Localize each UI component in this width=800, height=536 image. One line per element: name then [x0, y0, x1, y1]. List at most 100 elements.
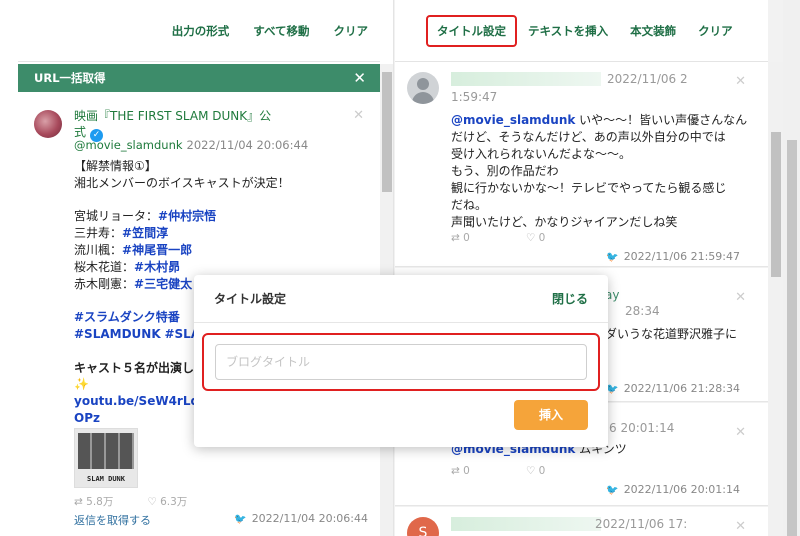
close-dialog-button[interactable]: 閉じる: [552, 290, 588, 307]
scroll-thumb[interactable]: [382, 72, 392, 192]
heart-icon: ♡: [525, 232, 539, 244]
tweet-time: 🐦 2022/11/04 20:06:44: [234, 512, 368, 525]
text-span: 観に行かないかな〜！テレビでやってたら観る感じ: [451, 181, 727, 195]
blog-title-input[interactable]: [215, 344, 587, 380]
reply-stats: ⇄ 0 ♡ 0: [451, 232, 546, 244]
text-span: 赤木剛憲：: [74, 276, 135, 291]
text-line: 三井寿：#笠間淳: [74, 225, 374, 242]
reply-timestamp: 2022/11/06 2: [607, 72, 688, 86]
title-setting-button[interactable]: タイトル設定: [426, 14, 517, 47]
left-toolbar: 出力の形式 すべて移動 クリア: [18, 0, 380, 62]
reply-timestamp: 28:34: [625, 304, 660, 318]
text-line: だね。: [451, 197, 751, 214]
tweet-image[interactable]: SLAM DUNK: [74, 428, 138, 488]
retweet-icon: ⇄: [451, 232, 464, 244]
text-span: 声聞いたけど、かなりジャイアンだしね笑: [451, 215, 678, 229]
url-panel-title: URL一括取得: [34, 71, 106, 85]
tweet-stats: ⇄ 5.8万 ♡ 6.3万: [74, 494, 187, 509]
text-line: 観に行かないかな〜！テレビでやってたら観る感じ: [451, 180, 751, 197]
heart-icon: ♡: [525, 465, 539, 477]
hashtag-link[interactable]: #木村昴: [134, 260, 180, 274]
url-fetch-pane: 出力の形式 すべて移動 クリア URL一括取得 ✕ ✕ 映画『THE FIRST…: [0, 0, 394, 536]
hashtag-link[interactable]: #スラムダンク特番: [74, 310, 180, 324]
hashtag-link[interactable]: @movie_slamdunk: [451, 113, 575, 127]
reply-card: S 2022/11/06 17: ✕: [395, 507, 768, 536]
text-span: 湘北メンバーのボイスキャストが決定！: [74, 175, 290, 190]
text-line: 【解禁情報①】: [74, 158, 374, 175]
hashtag-link[interactable]: OPz: [74, 411, 100, 425]
tweet-author-name[interactable]: 映画『THE FIRST SLAM DUNK』公 式 ✓: [74, 108, 334, 142]
text-span: 桜木花道：: [74, 259, 135, 274]
hashtag-link[interactable]: #SLAMDUNK: [74, 327, 161, 341]
text-line: 受け入れられないんだよな〜〜。: [451, 146, 751, 163]
reply-footer-time: 🐦 2022/11/06 21:28:34: [606, 382, 740, 395]
page-scrollbar[interactable]: [783, 0, 800, 536]
reply-timestamp: 2022/11/06 17:: [595, 517, 688, 531]
text-span: もう、別の作品だわ: [451, 164, 559, 178]
avatar: [34, 110, 62, 138]
move-all-button[interactable]: すべて移動: [253, 23, 309, 39]
body-decoration-button[interactable]: 本文装飾: [630, 23, 676, 39]
avatar: S: [407, 517, 439, 536]
insert-button[interactable]: 挿入: [514, 400, 588, 430]
retweet-icon: ⇄: [451, 465, 464, 477]
blurred-username: [451, 517, 601, 531]
heart-icon: ♡: [147, 496, 161, 508]
scroll-thumb[interactable]: [771, 132, 781, 277]
url-panel-header: URL一括取得 ✕: [18, 64, 380, 92]
like-count: ♡ 6.3万: [147, 496, 188, 508]
reply-timestamp: 6 20:01:14: [609, 421, 675, 435]
text-line: だけど、そうなんだけど、あの声以外自分の中では: [451, 129, 751, 146]
hashtag-link[interactable]: #笠間淳: [122, 226, 168, 240]
close-icon[interactable]: ✕: [353, 69, 366, 87]
text-line: 流川楓：#神尾晋一郎: [74, 242, 374, 259]
twitter-bird-icon: 🐦: [606, 485, 619, 496]
text-span: だけど、そうなんだけど、あの声以外自分の中では: [451, 130, 726, 144]
text-span: ダいうな花道野沢雅子に: [605, 327, 738, 341]
twitter-bird-icon: 🐦: [606, 252, 619, 263]
right-toolbar: タイトル設定 テキストを挿入 本文装飾 クリア: [395, 0, 768, 62]
dismiss-icon[interactable]: ✕: [735, 74, 746, 89]
tweet-handle: @movie_slamdunk 2022/11/04 20:06:44: [74, 138, 309, 152]
text-span: キャスト５名が出演し: [74, 360, 195, 375]
title-setting-dialog: タイトル設定 閉じる 挿入: [194, 275, 608, 447]
dismiss-icon[interactable]: ✕: [735, 519, 746, 534]
text-span: 宮城リョータ：: [74, 209, 159, 224]
output-format-button[interactable]: 出力の形式: [172, 23, 230, 39]
hashtag-link[interactable]: #仲村宗悟: [158, 209, 216, 223]
text-span: いや〜〜！皆いい声優さんなん: [575, 113, 748, 127]
editor-pane: タイトル設定 テキストを挿入 本文装飾 クリア 2022/11/06 2 1:5…: [395, 0, 800, 536]
reply-card: 2022/11/06 2 1:59:47 ✕ @movie_slamdunk い…: [395, 62, 768, 267]
right-clear-button[interactable]: クリア: [698, 23, 733, 39]
fetch-replies-link[interactable]: 返信を取得する: [74, 512, 151, 528]
reply-stats: ⇄ 0 ♡ 0: [451, 465, 546, 477]
cast-image: [78, 433, 134, 469]
left-clear-button[interactable]: クリア: [334, 23, 369, 39]
hashtag-link[interactable]: #神尾晋一郎: [122, 243, 192, 257]
dismiss-icon[interactable]: ✕: [735, 425, 746, 440]
insert-text-button[interactable]: テキストを挿入: [528, 23, 608, 39]
hashtag-link[interactable]: #三宅健太: [134, 277, 192, 291]
retweet-count: ⇄ 5.8万: [74, 496, 114, 508]
text-span: だね。: [451, 198, 488, 212]
text-span: 流川楓：: [74, 242, 123, 257]
twitter-bird-icon: 🐦: [234, 514, 247, 525]
text-line: 宮城リョータ：#仲村宗悟: [74, 208, 374, 225]
text-span: 受け入れられないんだよな〜〜。: [451, 147, 632, 161]
reply-text: @movie_slamdunk いや〜〜！皆いい声優さんなんだけど、そうなんだけ…: [451, 112, 751, 231]
dismiss-icon[interactable]: ✕: [353, 108, 364, 123]
reply-footer-time: 🐦 2022/11/06 20:01:14: [606, 483, 740, 496]
text-line: 桜木花道：#木村昴: [74, 259, 374, 276]
thumbnail-title: SLAM DUNK: [87, 475, 125, 483]
reply-timestamp-cont: 1:59:47: [451, 90, 498, 104]
text-line: 声聞いたけど、かなりジャイアンだしね笑: [451, 214, 751, 231]
right-scrollbar[interactable]: [768, 62, 783, 536]
dialog-header: タイトル設定 閉じる: [194, 275, 608, 323]
scroll-thumb[interactable]: [787, 140, 797, 536]
twitter-bird-icon: 🐦: [606, 384, 619, 395]
text-line: [74, 192, 374, 209]
avatar: [407, 72, 439, 104]
text-span: 【解禁情報①】: [74, 159, 157, 173]
tweet-footer: 返信を取得する 🐦 2022/11/04 20:06:44: [74, 512, 368, 528]
dismiss-icon[interactable]: ✕: [735, 290, 746, 305]
